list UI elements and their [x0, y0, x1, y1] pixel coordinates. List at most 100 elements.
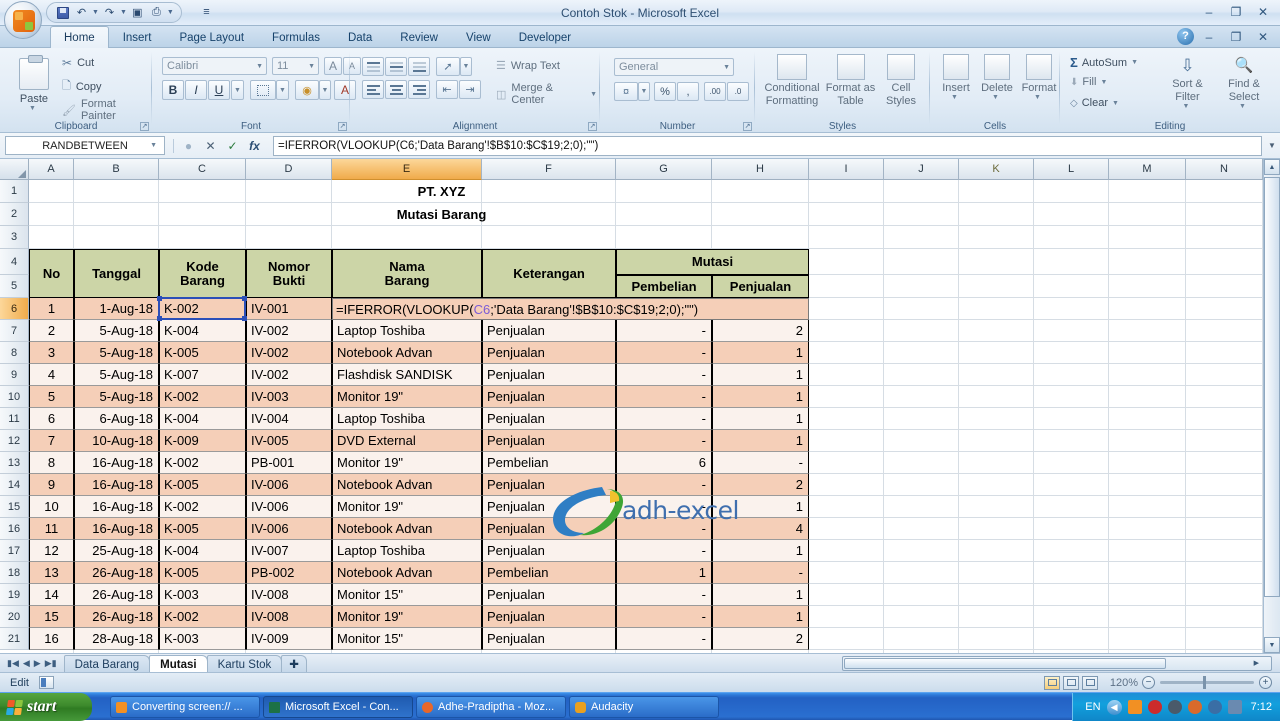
cell-tanggal[interactable]: 25-Aug-18	[74, 540, 159, 562]
row-header-7[interactable]: 7	[0, 320, 29, 342]
row-header-2[interactable]: 2	[0, 203, 29, 226]
column-header-e[interactable]: E	[332, 159, 482, 180]
cell-kode-barang[interactable]: K-002	[159, 452, 246, 474]
merge-center-button[interactable]: ◫ Merge & Center ▼	[496, 82, 600, 106]
cell-pembelian[interactable]: -	[616, 430, 712, 452]
record-macro-icon[interactable]	[38, 676, 54, 689]
cell-no[interactable]: 8	[29, 452, 74, 474]
cell-keterangan[interactable]: Penjualan	[482, 408, 616, 430]
row-header-19[interactable]: 19	[0, 584, 29, 606]
customize-qat-icon[interactable]: ≡	[198, 3, 215, 20]
header-cell-keterangan[interactable]: Keterangan	[482, 249, 616, 298]
cell-penjualan[interactable]: 1	[712, 540, 809, 562]
fill-color-button[interactable]: ◉	[295, 80, 319, 100]
name-box[interactable]: RANDBETWEEN ▼	[5, 136, 165, 155]
cell-tanggal[interactable]: 5-Aug-18	[74, 386, 159, 408]
cell-nama-barang[interactable]: Monitor 19"	[332, 606, 482, 628]
cell-keterangan[interactable]: Penjualan	[482, 474, 616, 496]
column-header-n[interactable]: N	[1186, 159, 1263, 180]
sheet-tab-kartu-stok[interactable]: Kartu Stok	[206, 654, 283, 673]
view-buttons[interactable]	[1044, 675, 1098, 690]
close-button[interactable]: ✕	[1250, 3, 1276, 21]
tab-insert[interactable]: Insert	[109, 26, 166, 48]
percent-format-button[interactable]: %	[654, 82, 676, 101]
orientation-dropdown-icon[interactable]: ▼	[460, 57, 472, 76]
column-header-a[interactable]: A	[29, 159, 74, 180]
selection-handle[interactable]	[157, 296, 162, 301]
clear-button[interactable]: ◇ Clear ▼	[1070, 97, 1122, 109]
chevron-down-icon[interactable]: ▼	[308, 63, 318, 70]
vertical-scroll-thumb[interactable]	[1264, 177, 1280, 597]
align-bottom-button[interactable]	[408, 57, 430, 76]
cell-penjualan[interactable]: 1	[712, 430, 809, 452]
zoom-slider[interactable]: − +	[1142, 676, 1272, 689]
row-header-13[interactable]: 13	[0, 452, 29, 474]
row-header-4[interactable]: 4	[0, 249, 29, 275]
zoom-track[interactable]	[1160, 676, 1254, 689]
header-cell-penjualan[interactable]: Penjualan	[712, 275, 809, 298]
cell-tanggal[interactable]: 5-Aug-18	[74, 342, 159, 364]
decrease-indent-button[interactable]: ⇤	[436, 80, 458, 99]
align-left-button[interactable]	[362, 80, 384, 99]
save-icon[interactable]	[54, 4, 71, 21]
normal-view-button[interactable]	[1044, 675, 1060, 690]
cell-penjualan[interactable]: 1	[712, 584, 809, 606]
cell-pembelian[interactable]: -	[616, 408, 712, 430]
cell-nomor-bukti[interactable]: IV-003	[246, 386, 332, 408]
cell-nama-barang[interactable]: Monitor 19"	[332, 496, 482, 518]
prev-sheet-button[interactable]: ◀	[23, 658, 30, 669]
fill-dropdown-icon[interactable]: ▼	[1100, 79, 1110, 86]
increase-indent-button[interactable]: ⇥	[459, 80, 481, 99]
cell-no[interactable]: 2	[29, 320, 74, 342]
redo-icon[interactable]: ↷	[101, 4, 118, 21]
cell-keterangan[interactable]: Penjualan	[482, 320, 616, 342]
insert-cells-button[interactable]: Insert ▼	[936, 54, 976, 101]
selection-handle[interactable]	[242, 296, 247, 301]
format-painter-button[interactable]: 🖌 Format Painter	[62, 98, 152, 122]
cell-kode-barang[interactable]: K-004	[159, 540, 246, 562]
borders-button[interactable]	[250, 80, 276, 100]
cell-kode-barang[interactable]: K-003	[159, 628, 246, 650]
accounting-dropdown-icon[interactable]: ▼	[638, 82, 650, 101]
title-cell-subject[interactable]: Mutasi Barang	[74, 203, 809, 226]
row-header-11[interactable]: 11	[0, 408, 29, 430]
cell-nama-barang[interactable]: Laptop Toshiba	[332, 320, 482, 342]
cell-pembelian[interactable]: 1	[616, 562, 712, 584]
cell-no[interactable]: 4	[29, 364, 74, 386]
fill-button[interactable]: ⬇ Fill ▼	[1070, 76, 1110, 88]
row-header-1[interactable]: 1	[0, 180, 29, 203]
cell-penjualan[interactable]: 1	[712, 496, 809, 518]
print-dropdown-icon[interactable]: ▼	[167, 9, 174, 16]
cell-keterangan[interactable]: Penjualan	[482, 496, 616, 518]
cell-penjualan[interactable]: 1	[712, 408, 809, 430]
help-icon[interactable]: ?	[1177, 28, 1194, 45]
cell-nama-barang[interactable]: Flashdisk SANDISK	[332, 364, 482, 386]
taskbar-items[interactable]: Converting screen:// ... Microsoft Excel…	[110, 696, 719, 718]
cell-pembelian[interactable]: -	[616, 320, 712, 342]
cell-pembelian[interactable]: -	[616, 628, 712, 650]
align-center-button[interactable]	[385, 80, 407, 99]
cell-kode-barang[interactable]: K-007	[159, 364, 246, 386]
security-tray-icon[interactable]	[1147, 700, 1162, 714]
header-cell-tanggal[interactable]: Tanggal	[74, 249, 159, 298]
cell-penjualan[interactable]: 2	[712, 628, 809, 650]
column-header-h[interactable]: H	[712, 159, 809, 180]
cell-nomor-bukti[interactable]: IV-008	[246, 606, 332, 628]
cell-keterangan[interactable]: Penjualan	[482, 606, 616, 628]
cell-no[interactable]: 16	[29, 628, 74, 650]
cell-penjualan[interactable]: 2	[712, 474, 809, 496]
first-sheet-button[interactable]: ▮◀	[7, 658, 19, 669]
sheet-tab-data-barang[interactable]: Data Barang	[63, 654, 151, 673]
cell-tanggal[interactable]: 16-Aug-18	[74, 518, 159, 540]
cell-nomor-bukti[interactable]: IV-006	[246, 474, 332, 496]
undo-icon[interactable]: ↶	[73, 4, 90, 21]
doc-minimize-button[interactable]: –	[1196, 28, 1222, 46]
format-cells-button[interactable]: Format ▼	[1018, 54, 1060, 101]
enter-formula-button[interactable]: ✓	[226, 139, 239, 153]
tab-home[interactable]: Home	[50, 26, 109, 48]
cell-pembelian[interactable]: -	[616, 342, 712, 364]
start-button[interactable]: start	[0, 693, 92, 721]
cell-nama-barang[interactable]: Monitor 15"	[332, 628, 482, 650]
cell-pembelian[interactable]: -	[616, 474, 712, 496]
cell-nomor-bukti[interactable]: IV-005	[246, 430, 332, 452]
